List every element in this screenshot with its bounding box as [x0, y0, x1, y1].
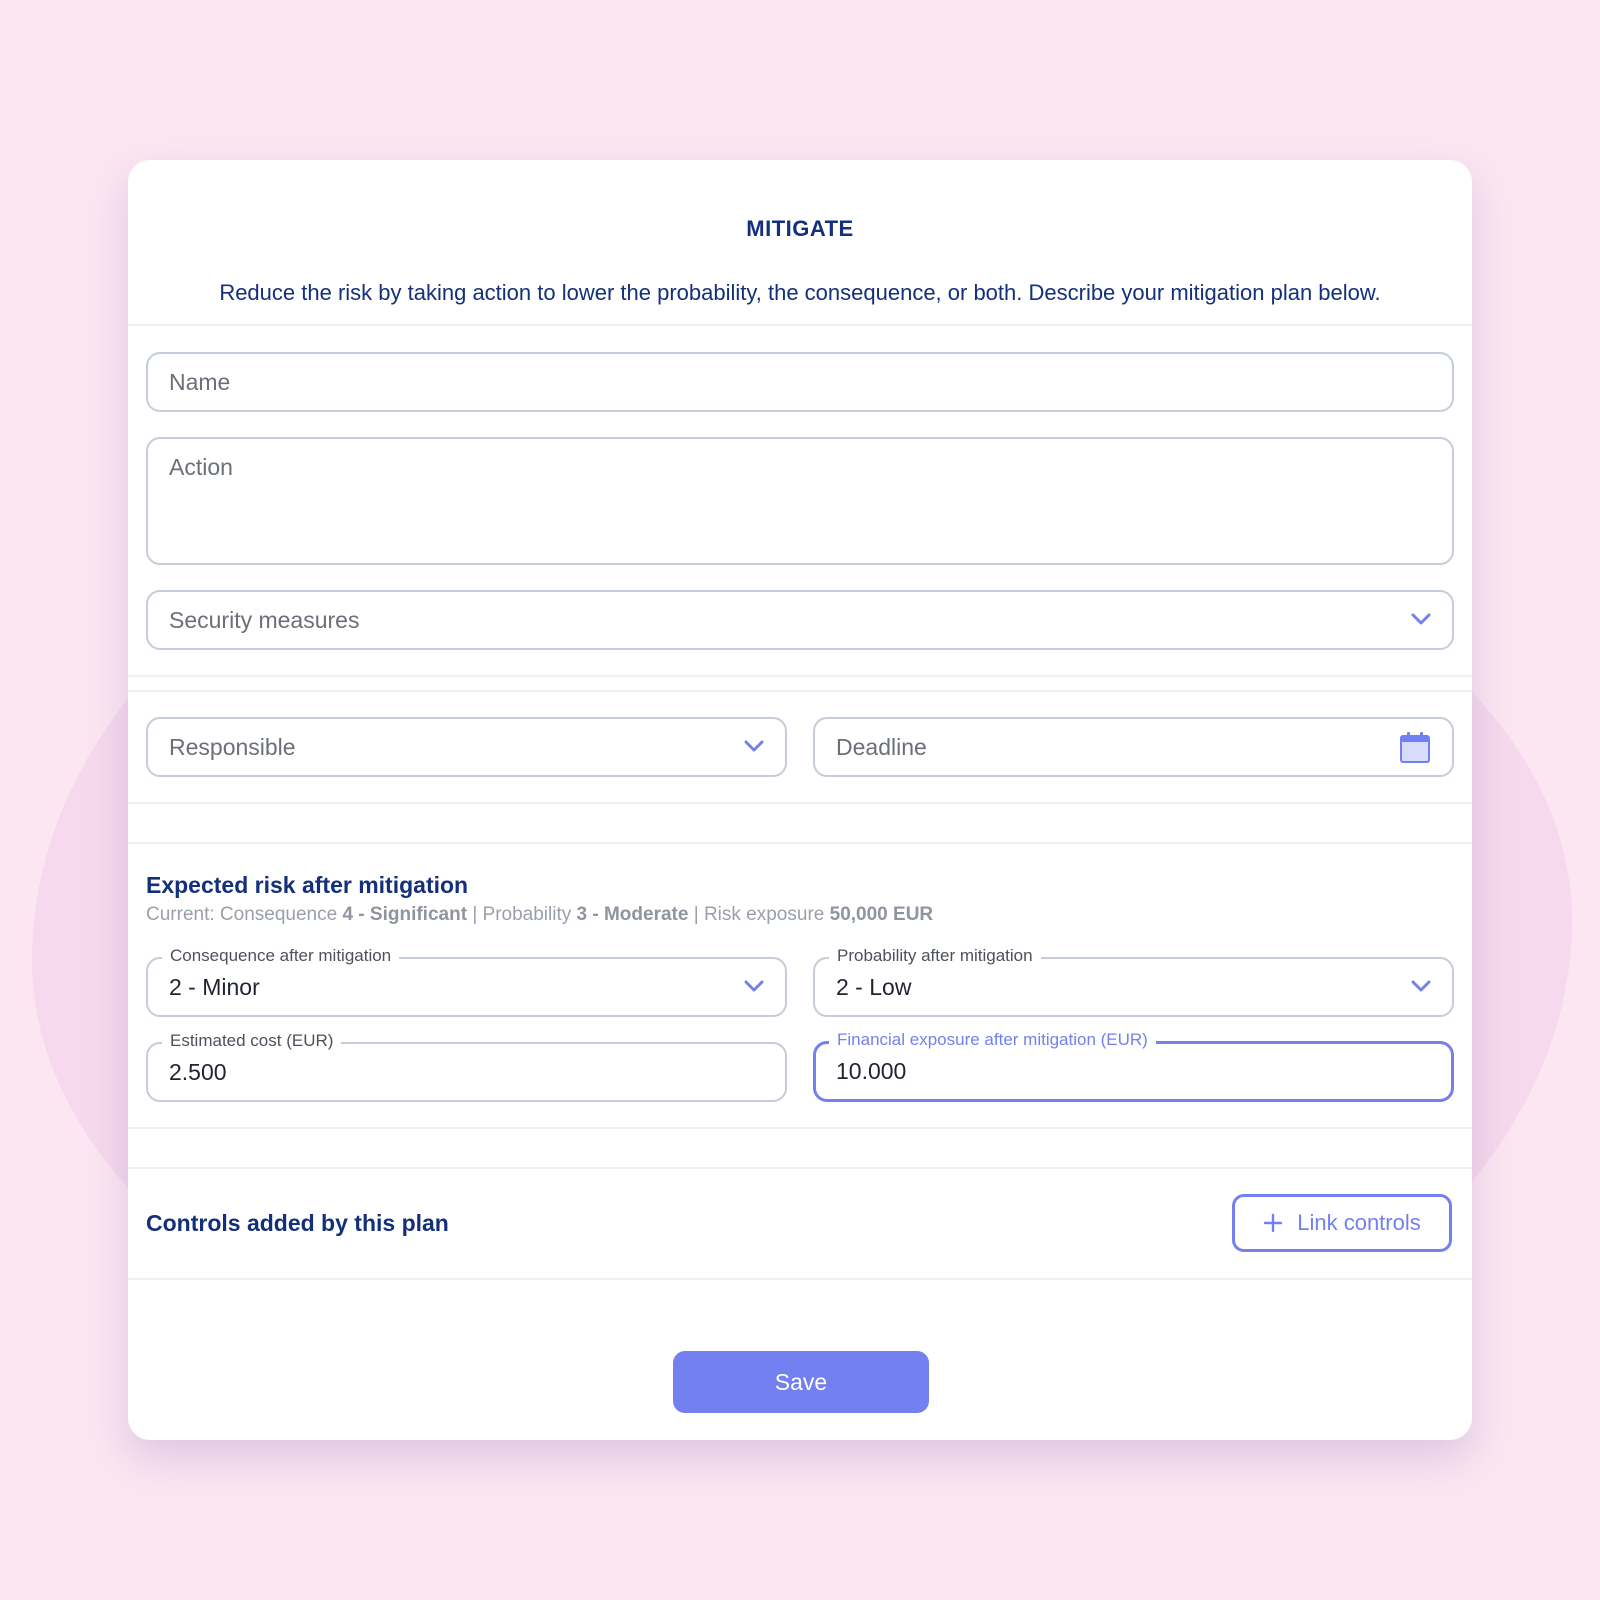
divider	[128, 842, 1472, 844]
dialog-description: Reduce the risk by taking action to lowe…	[219, 280, 1381, 305]
divider	[128, 324, 1472, 326]
current-risk-summary: Current: Consequence 4 - Significant | P…	[146, 904, 934, 925]
action-textarea[interactable]: Action	[146, 437, 1454, 565]
divider	[128, 675, 1472, 677]
financial-exposure-value: 10.000	[836, 1058, 907, 1084]
chevron-down-icon	[744, 980, 764, 992]
name-input[interactable]: Name	[146, 352, 1454, 412]
action-placeholder: Action	[169, 454, 233, 480]
chevron-down-icon	[744, 740, 764, 752]
calendar-icon[interactable]	[1398, 731, 1432, 765]
probability-after-mitigation-select[interactable]: Probability after mitigation 2 - Low	[813, 946, 1454, 1017]
estimated-cost-value: 2.500	[169, 1059, 227, 1085]
controls-title: Controls added by this plan	[146, 1210, 449, 1236]
financial-exposure-label: Financial exposure after mitigation (EUR…	[829, 1030, 1156, 1050]
link-controls-button[interactable]: Link controls	[1232, 1194, 1452, 1252]
security-measures-select[interactable]: Security measures	[146, 590, 1454, 650]
responsible-select[interactable]: Responsible	[146, 717, 787, 777]
dialog-title: MITIGATE	[746, 216, 854, 241]
chevron-down-icon	[1411, 980, 1431, 992]
financial-exposure-input[interactable]: Financial exposure after mitigation (EUR…	[813, 1030, 1454, 1102]
security-measures-placeholder: Security measures	[169, 607, 360, 633]
probability-value: 2 - Low	[836, 974, 912, 1000]
link-controls-label: Link controls	[1297, 1210, 1421, 1235]
save-label: Save	[774, 1368, 828, 1395]
estimated-cost-input[interactable]: Estimated cost (EUR) 2.500	[146, 1031, 787, 1102]
divider	[128, 690, 1472, 692]
name-placeholder: Name	[169, 369, 231, 395]
divider	[128, 1127, 1472, 1129]
consequence-after-mitigation-select[interactable]: Consequence after mitigation 2 - Minor	[146, 946, 787, 1017]
probability-label: Probability after mitigation	[829, 946, 1041, 966]
divider	[128, 1167, 1472, 1169]
chevron-down-icon	[1411, 613, 1431, 625]
plus-icon	[1264, 1213, 1283, 1233]
save-button[interactable]: Save	[673, 1351, 929, 1413]
deadline-placeholder: Deadline	[836, 734, 927, 760]
expected-risk-title: Expected risk after mitigation	[146, 872, 469, 898]
consequence-label: Consequence after mitigation	[162, 946, 400, 966]
mitigate-dialog: MITIGATE Reduce the risk by taking actio…	[128, 160, 1472, 1440]
responsible-placeholder: Responsible	[169, 734, 296, 760]
divider	[128, 802, 1472, 804]
consequence-value: 2 - Minor	[169, 974, 260, 1000]
deadline-input[interactable]: Deadline	[813, 717, 1454, 777]
divider	[128, 1278, 1472, 1280]
estimated-cost-label: Estimated cost (EUR)	[162, 1031, 342, 1051]
